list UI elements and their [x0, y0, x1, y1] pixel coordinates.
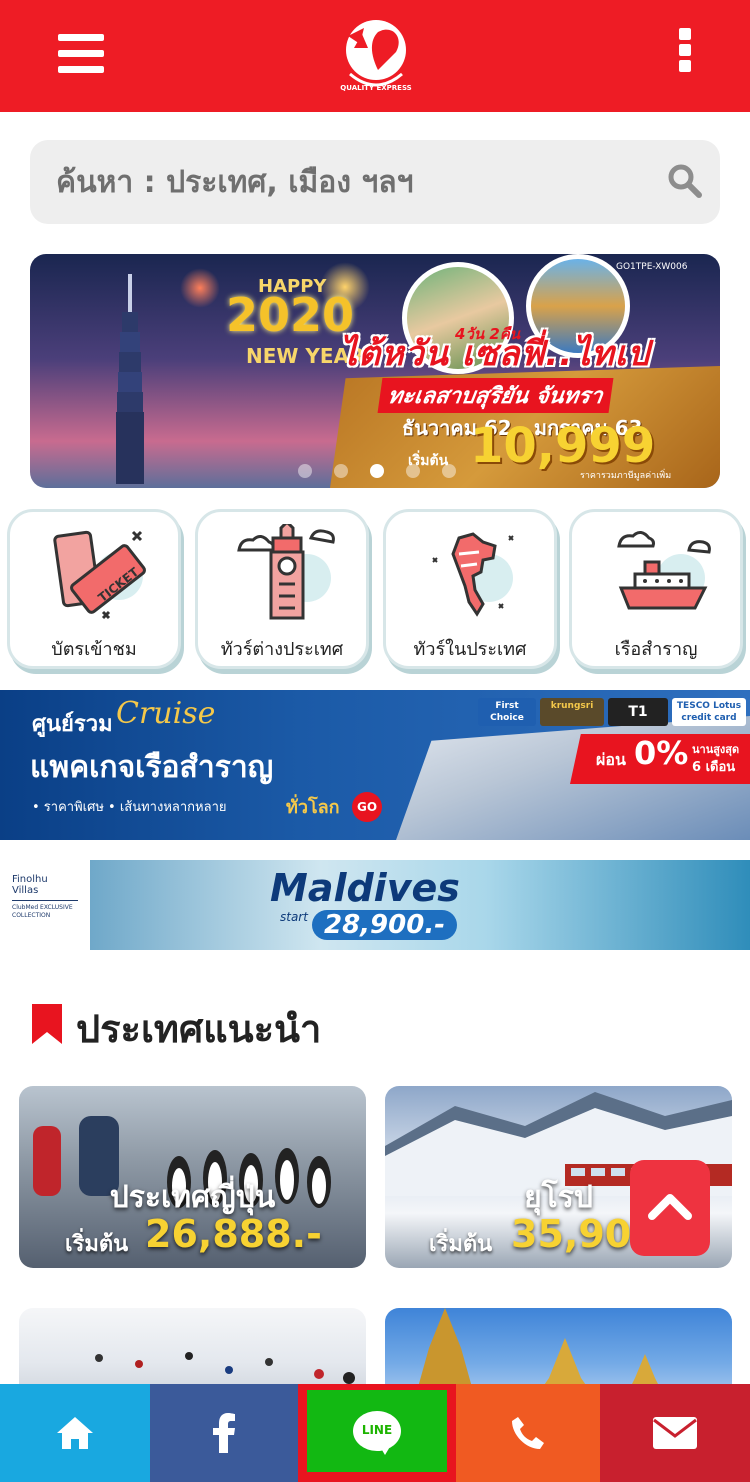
home-icon: [57, 1417, 93, 1449]
hero-tour-code: GO1TPE-XW006: [616, 262, 688, 272]
krungsri-card-logo: krungsri: [540, 698, 604, 726]
carousel-dot[interactable]: [406, 464, 420, 478]
carousel-dots: [294, 464, 464, 480]
bookmark-icon: [32, 1004, 62, 1044]
hero-subtitle: ทะเลสาบสุริยัน จันทรา: [377, 378, 613, 413]
cruise-ship-icon: [617, 531, 711, 610]
installment-months: 6 เดือน: [692, 760, 736, 775]
destination-card-japan[interactable]: ประเทศญี่ปุ่น เริ่มต้น 26,888.-: [19, 1086, 366, 1268]
ticket-icon: TICKET: [53, 530, 146, 620]
category-tickets[interactable]: TICKET บัตรเข้าชม: [7, 509, 181, 669]
carousel-dot-active[interactable]: [370, 464, 384, 478]
mail-button[interactable]: [600, 1384, 750, 1482]
mail-icon: [653, 1417, 697, 1449]
big-ben-icon: [237, 524, 335, 620]
page: QUALITY EXPRESS HAPPY 2020 NEW YEAR GO1T…: [0, 0, 750, 1482]
installment-rate: 0%: [634, 734, 689, 772]
line-button[interactable]: LINE: [298, 1384, 456, 1482]
cruise-bullets: • ราคาพิเศษ • เส้นทางหลากหลาย: [32, 800, 227, 815]
cruise-go-badge: GO: [352, 792, 382, 822]
maldives-promo-banner[interactable]: Finolhu Villas ClubMed EXCLUSIVE COLLECT…: [0, 860, 750, 950]
phone-icon: [512, 1417, 544, 1449]
maldives-start: start: [280, 910, 308, 924]
quality-express-logo[interactable]: QUALITY EXPRESS: [338, 14, 414, 98]
tesco-lotus-card-logo: TESCO Lotus credit card: [672, 698, 746, 726]
carousel-dot[interactable]: [442, 464, 456, 478]
hero-price-note: ราคารวมภาษีมูลค่าเพิ่ม: [580, 471, 672, 481]
maldives-title: Maldives: [270, 866, 460, 910]
hamburger-menu-icon[interactable]: [58, 32, 106, 74]
category-international-tours[interactable]: ทัวร์ต่างประเทศ: [195, 509, 369, 669]
hero-year-text: 2020: [226, 288, 355, 342]
line-icon: LINE: [353, 1411, 401, 1451]
category-label: เรือสำราญ: [614, 639, 698, 660]
installment-prefix: ผ่อน: [596, 750, 626, 769]
home-button[interactable]: [0, 1384, 150, 1482]
scroll-to-top-button[interactable]: [630, 1160, 710, 1256]
kebab-menu-icon[interactable]: [676, 28, 696, 76]
svg-text:QUALITY EXPRESS: QUALITY EXPRESS: [340, 84, 411, 92]
thailand-map-icon: [432, 532, 514, 617]
category-label: บัตรเข้าชม: [51, 639, 137, 660]
bottom-contact-bar: LINE: [0, 1384, 750, 1482]
cruise-worldwide: ทั่วโลก: [286, 797, 340, 818]
destination-price: 26,888.-: [145, 1212, 322, 1256]
category-label: ทัวร์ต่างประเทศ: [220, 639, 344, 660]
hero-banner[interactable]: HAPPY 2020 NEW YEAR GO1TPE-XW006 4วัน 2ค…: [30, 254, 720, 488]
t1-card-logo: T1: [608, 698, 668, 726]
first-choice-card-logo: First Choice: [478, 698, 536, 726]
taipei-101-tower: [116, 274, 144, 484]
finolhu-brand: Finolhu Villas: [12, 874, 48, 896]
facebook-icon: [213, 1413, 235, 1453]
finolhu-logo: Finolhu Villas ClubMed EXCLUSIVE COLLECT…: [12, 874, 78, 920]
hero-title: ไต้หวัน เซลฟี่..ไทเป: [340, 334, 650, 374]
line-label: LINE: [361, 1423, 393, 1437]
category-domestic-tours[interactable]: ทัวร์ในประเทศ: [383, 509, 557, 669]
category-cruises[interactable]: เรือสำราญ: [569, 509, 743, 669]
cruise-promo-banner[interactable]: ศูนย์รวม Cruise แพคเกจเรือสำราญ • ราคาพิ…: [0, 690, 750, 840]
destination-from: เริ่มต้น: [65, 1232, 129, 1257]
facebook-button[interactable]: [150, 1384, 298, 1482]
cruise-script: Cruise: [116, 696, 216, 731]
search-icon[interactable]: [666, 162, 702, 198]
app-header: QUALITY EXPRESS: [0, 0, 750, 112]
chevron-up-icon: [648, 1194, 692, 1220]
carousel-dot[interactable]: [298, 464, 312, 478]
carousel-dot[interactable]: [334, 464, 348, 478]
cruise-headline: แพคเกจเรือสำราญ: [30, 750, 274, 785]
phone-button[interactable]: [456, 1384, 600, 1482]
search-bar: [30, 140, 720, 224]
maldives-price: 28,900.-: [312, 910, 457, 940]
destination-from: เริ่มต้น: [429, 1232, 493, 1257]
finolhu-sub: ClubMed EXCLUSIVE COLLECTION: [12, 900, 78, 920]
category-label: ทัวร์ในประเทศ: [413, 639, 527, 660]
section-title: ประเทศแนะนำ: [76, 1007, 322, 1051]
cruise-line1: ศูนย์รวม: [32, 712, 113, 737]
search-input[interactable]: [56, 158, 656, 206]
hero-price: 10,999: [470, 418, 656, 474]
